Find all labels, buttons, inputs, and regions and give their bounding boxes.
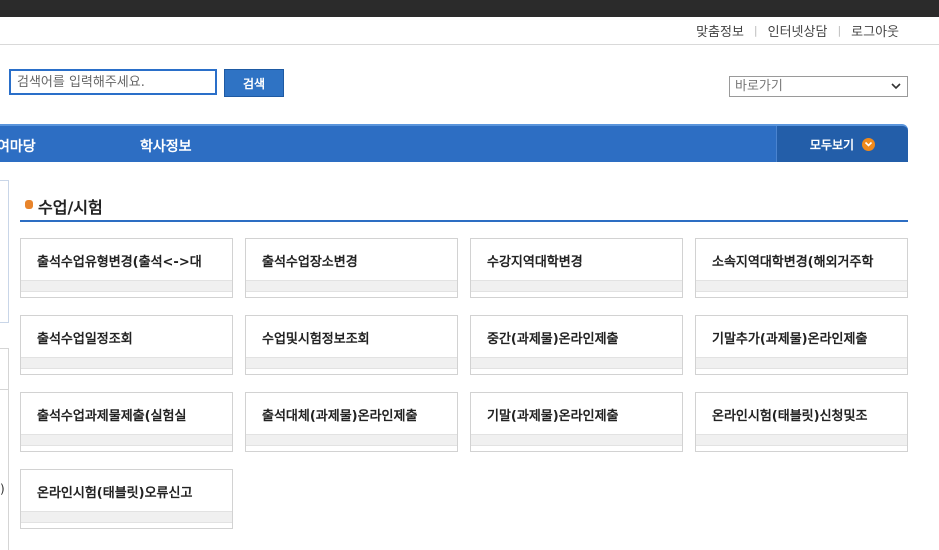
- tile-stripe: [21, 280, 232, 292]
- menu-tile-label: 출석수업장소변경: [262, 255, 358, 270]
- tile-stripe: [471, 357, 682, 369]
- menu-tile-label: 출석대체(과제물)온라인제출: [262, 409, 418, 424]
- menu-tile[interactable]: 기말(과제물)온라인제출: [470, 392, 683, 452]
- menu-tile-label: 출석수업일정조회: [37, 332, 133, 347]
- menu-tile-label: 수강지역대학변경: [487, 255, 583, 270]
- tile-stripe: [471, 434, 682, 446]
- menu-tile[interactable]: 출석수업과제물제출(실험실: [20, 392, 233, 452]
- search-input[interactable]: [9, 69, 217, 95]
- menu-tile-label: 소속지역대학변경(해외거주학: [712, 255, 874, 270]
- menu-tile[interactable]: 중간(과제물)온라인제출: [470, 315, 683, 375]
- tile-stripe: [21, 511, 232, 523]
- menu-tile[interactable]: 출석수업장소변경: [245, 238, 458, 298]
- quick-nav-selected: 바로가기: [735, 79, 783, 94]
- section-title: 수업/시험: [38, 198, 103, 217]
- menu-tile-label: 출석수업과제물제출(실험실: [37, 409, 187, 424]
- menu-tile[interactable]: 소속지역대학변경(해외거주학: [695, 238, 908, 298]
- menu-tile-label: 기말추가(과제물)온라인제출: [712, 332, 868, 347]
- nav-item-forum[interactable]: 여마당: [0, 136, 36, 156]
- menu-tile[interactable]: 온라인시험(태블릿)오류신고: [20, 469, 233, 529]
- menu-tile[interactable]: 출석대체(과제물)온라인제출: [245, 392, 458, 452]
- section-bullet-icon: [25, 200, 33, 209]
- menu-tile[interactable]: 수강지역대학변경: [470, 238, 683, 298]
- tile-stripe: [696, 357, 907, 369]
- left-panel-frame: [0, 390, 9, 550]
- left-panel-frame: [0, 180, 9, 323]
- logout-link[interactable]: 로그아웃: [851, 21, 899, 40]
- custom-info-link[interactable]: 맞춤정보: [696, 21, 744, 40]
- tile-stripe: [246, 357, 457, 369]
- left-panel-frame: [0, 348, 9, 390]
- chevron-down-icon: [891, 83, 901, 90]
- menu-tile[interactable]: 수업및시험정보조회: [245, 315, 458, 375]
- chevron-down-circle-icon: [862, 137, 876, 151]
- menu-tile-label: 중간(과제물)온라인제출: [487, 332, 619, 347]
- separator: |: [753, 24, 758, 37]
- menu-tile[interactable]: 출석수업유형변경(출석<->대: [20, 238, 233, 298]
- tile-stripe: [696, 280, 907, 292]
- tile-stripe: [21, 357, 232, 369]
- tile-stripe: [246, 280, 457, 292]
- search-button[interactable]: 검색: [224, 69, 284, 97]
- menu-tile-label: 출석수업유형변경(출석<->대: [37, 255, 202, 270]
- menu-tile-label: 온라인시험(태블릿)오류신고: [37, 486, 193, 501]
- tile-stripe: [246, 434, 457, 446]
- tile-stripe: [21, 434, 232, 446]
- view-all-label: 모두보기: [809, 137, 855, 152]
- system-title-bar: [0, 0, 939, 17]
- menu-tile[interactable]: 온라인시험(태블릿)신청및조: [695, 392, 908, 452]
- internet-consult-link[interactable]: 인터넷상담: [768, 21, 828, 40]
- section-divider: [20, 220, 908, 222]
- menu-tile-label: 온라인시험(태블릿)신청및조: [712, 409, 868, 424]
- menu-tile-label: 수업및시험정보조회: [262, 332, 370, 347]
- view-all-button[interactable]: 모두보기: [776, 126, 908, 162]
- quick-nav-select[interactable]: 바로가기: [729, 76, 908, 97]
- separator: |: [837, 24, 842, 37]
- menu-tile[interactable]: 출석수업일정조회: [20, 315, 233, 375]
- utility-bar: 맞춤정보 | 인터넷상담 | 로그아웃: [0, 17, 939, 45]
- tile-stripe: [471, 280, 682, 292]
- nav-item-academic-info[interactable]: 학사정보: [140, 136, 192, 156]
- left-fragment-text: ): [0, 482, 5, 496]
- utility-links: 맞춤정보 | 인터넷상담 | 로그아웃: [696, 21, 899, 40]
- menu-tile-label: 기말(과제물)온라인제출: [487, 409, 619, 424]
- tile-stripe: [696, 434, 907, 446]
- main-nav-bar: 여마당 학사정보 모두보기: [0, 124, 908, 162]
- menu-tile[interactable]: 기말추가(과제물)온라인제출: [695, 315, 908, 375]
